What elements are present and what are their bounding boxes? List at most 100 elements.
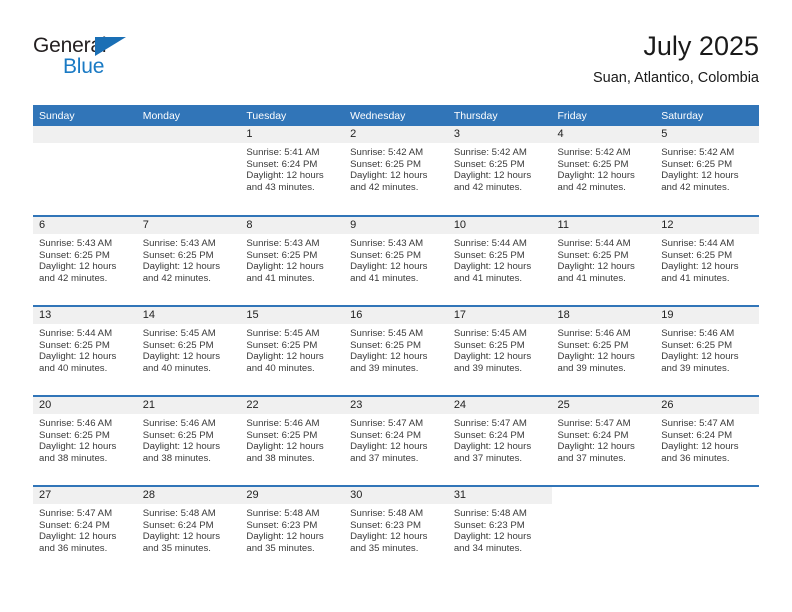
day-cell[interactable]: 29 Sunrise: 5:48 AM Sunset: 6:23 PM Dayl… — [240, 485, 345, 576]
day-cell[interactable]: 2 Sunrise: 5:42 AM Sunset: 6:25 PM Dayli… — [344, 126, 448, 216]
day-number: 26 — [655, 397, 759, 414]
sunset-text: Sunset: 6:24 PM — [453, 429, 525, 441]
day-number: 15 — [240, 307, 345, 324]
day-number: 11 — [551, 217, 656, 234]
sunset-text: Sunset: 6:23 PM — [453, 519, 525, 531]
calendar-body: 1 Sunrise: 5:41 AM Sunset: 6:24 PM Dayli… — [33, 126, 759, 576]
day-details: Sunrise: 5:47 AM Sunset: 6:24 PM Dayligh… — [448, 414, 552, 464]
day-number — [136, 126, 241, 143]
day-details — [137, 143, 241, 147]
daylight-text-line2: and 36 minutes. — [39, 542, 108, 554]
daylight-text-line1: Daylight: 12 hours — [142, 441, 221, 453]
sunset-text: Sunset: 6:25 PM — [39, 249, 110, 261]
day-cell[interactable]: 30 Sunrise: 5:48 AM Sunset: 6:23 PM Dayl… — [344, 485, 448, 576]
day-cell[interactable]: 16 Sunrise: 5:45 AM Sunset: 6:25 PM Dayl… — [344, 305, 448, 396]
day-number: 30 — [344, 487, 448, 504]
weekday-header-wednesday: Wednesday — [344, 105, 448, 126]
sunset-text: Sunset: 6:24 PM — [557, 429, 629, 441]
day-details: Sunrise: 5:44 AM Sunset: 6:25 PM Dayligh… — [655, 234, 759, 284]
sunset-text: Sunset: 6:25 PM — [661, 339, 733, 351]
day-cell[interactable]: 21 Sunrise: 5:46 AM Sunset: 6:25 PM Dayl… — [136, 395, 241, 486]
daylight-text-line1: Daylight: 12 hours — [557, 261, 635, 273]
day-cell[interactable]: 26 Sunrise: 5:47 AM Sunset: 6:24 PM Dayl… — [655, 395, 759, 486]
day-details: Sunrise: 5:43 AM Sunset: 6:25 PM Dayligh… — [137, 234, 241, 284]
daylight-text-line2: and 39 minutes. — [661, 362, 730, 374]
day-cell[interactable]: 25 Sunrise: 5:47 AM Sunset: 6:24 PM Dayl… — [551, 395, 656, 486]
sunrise-text: Sunrise: 5:48 AM — [246, 508, 320, 519]
sunset-text: Sunset: 6:24 PM — [39, 519, 110, 531]
day-number: 22 — [240, 397, 345, 414]
day-cell[interactable]: 5 Sunrise: 5:42 AM Sunset: 6:25 PM Dayli… — [655, 126, 759, 216]
day-cell[interactable]: 14 Sunrise: 5:45 AM Sunset: 6:25 PM Dayl… — [136, 305, 241, 396]
daylight-text-line2: and 40 minutes. — [142, 362, 211, 374]
day-cell[interactable]: 6 Sunrise: 5:43 AM Sunset: 6:25 PM Dayli… — [33, 215, 137, 306]
day-details: Sunrise: 5:46 AM Sunset: 6:25 PM Dayligh… — [655, 324, 759, 374]
sunrise-text: Sunrise: 5:46 AM — [39, 418, 113, 429]
day-number — [551, 487, 656, 504]
weekday-header-row: Sunday Monday Tuesday Wednesday Thursday… — [33, 105, 759, 126]
day-cell[interactable]: 13 Sunrise: 5:44 AM Sunset: 6:25 PM Dayl… — [33, 305, 137, 396]
day-details: Sunrise: 5:46 AM Sunset: 6:25 PM Dayligh… — [240, 414, 344, 464]
day-cell[interactable]: 24 Sunrise: 5:47 AM Sunset: 6:24 PM Dayl… — [447, 395, 552, 486]
day-cell[interactable]: 10 Sunrise: 5:44 AM Sunset: 6:25 PM Dayl… — [447, 215, 552, 306]
day-number: 8 — [240, 217, 345, 234]
day-details: Sunrise: 5:42 AM Sunset: 6:25 PM Dayligh… — [552, 143, 656, 193]
page-header: General Blue July 2025 Suan, Atlantico, … — [33, 30, 759, 98]
day-number: 18 — [551, 307, 656, 324]
sunset-text: Sunset: 6:24 PM — [142, 519, 214, 531]
day-cell[interactable]: 11 Sunrise: 5:44 AM Sunset: 6:25 PM Dayl… — [551, 215, 656, 306]
sunrise-text: Sunrise: 5:44 AM — [39, 328, 113, 339]
calendar-header-row-group: Sunday Monday Tuesday Wednesday Thursday… — [33, 105, 759, 126]
calendar-page: General Blue July 2025 Suan, Atlantico, … — [0, 0, 792, 612]
day-details: Sunrise: 5:45 AM Sunset: 6:25 PM Dayligh… — [344, 324, 448, 374]
daylight-text-line2: and 39 minutes. — [453, 362, 523, 374]
day-number: 10 — [447, 217, 552, 234]
day-cell[interactable]: 31 Sunrise: 5:48 AM Sunset: 6:23 PM Dayl… — [447, 485, 552, 576]
daylight-text-line1: Daylight: 12 hours — [39, 531, 117, 543]
day-cell[interactable]: 12 Sunrise: 5:44 AM Sunset: 6:25 PM Dayl… — [655, 215, 759, 306]
day-cell[interactable]: 23 Sunrise: 5:47 AM Sunset: 6:24 PM Dayl… — [344, 395, 448, 486]
day-cell[interactable]: 3 Sunrise: 5:42 AM Sunset: 6:25 PM Dayli… — [447, 126, 552, 216]
day-number: 29 — [240, 487, 345, 504]
day-details: Sunrise: 5:48 AM Sunset: 6:23 PM Dayligh… — [240, 504, 344, 554]
day-cell[interactable]: 9 Sunrise: 5:43 AM Sunset: 6:25 PM Dayli… — [344, 215, 448, 306]
sunrise-text: Sunrise: 5:48 AM — [350, 508, 424, 519]
day-number: 17 — [447, 307, 552, 324]
day-cell[interactable]: 22 Sunrise: 5:46 AM Sunset: 6:25 PM Dayl… — [240, 395, 345, 486]
sunrise-text: Sunrise: 5:46 AM — [661, 328, 735, 339]
daylight-text-line1: Daylight: 12 hours — [453, 170, 532, 182]
day-cell[interactable]: 8 Sunrise: 5:43 AM Sunset: 6:25 PM Dayli… — [240, 215, 345, 306]
day-number: 2 — [344, 126, 448, 143]
day-cell[interactable]: 27 Sunrise: 5:47 AM Sunset: 6:24 PM Dayl… — [33, 485, 137, 576]
day-cell[interactable]: 4 Sunrise: 5:42 AM Sunset: 6:25 PM Dayli… — [551, 126, 656, 216]
daylight-text-line1: Daylight: 12 hours — [350, 531, 428, 543]
day-cell[interactable]: 20 Sunrise: 5:46 AM Sunset: 6:25 PM Dayl… — [33, 395, 137, 486]
day-cell[interactable]: 18 Sunrise: 5:46 AM Sunset: 6:25 PM Dayl… — [551, 305, 656, 396]
daylight-text-line2: and 42 minutes. — [142, 272, 211, 284]
day-cell[interactable]: 17 Sunrise: 5:45 AM Sunset: 6:25 PM Dayl… — [447, 305, 552, 396]
general-blue-logo[interactable]: General Blue — [33, 34, 233, 90]
daylight-text-line1: Daylight: 12 hours — [453, 441, 532, 453]
day-cell[interactable]: 19 Sunrise: 5:46 AM Sunset: 6:25 PM Dayl… — [655, 305, 759, 396]
day-cell[interactable]: 15 Sunrise: 5:45 AM Sunset: 6:25 PM Dayl… — [240, 305, 345, 396]
sunrise-text: Sunrise: 5:42 AM — [661, 147, 735, 158]
day-cell[interactable]: 1 Sunrise: 5:41 AM Sunset: 6:24 PM Dayli… — [240, 126, 345, 216]
daylight-text-line2: and 34 minutes. — [453, 542, 523, 554]
daylight-text-line2: and 41 minutes. — [246, 272, 315, 284]
sunrise-text: Sunrise: 5:48 AM — [453, 508, 527, 519]
day-details: Sunrise: 5:46 AM Sunset: 6:25 PM Dayligh… — [33, 414, 137, 464]
sunrise-text: Sunrise: 5:48 AM — [142, 508, 216, 519]
sunrise-text: Sunrise: 5:43 AM — [246, 238, 320, 249]
sunset-text: Sunset: 6:25 PM — [142, 429, 214, 441]
day-number: 14 — [136, 307, 241, 324]
day-number: 28 — [136, 487, 241, 504]
day-cell[interactable]: 7 Sunrise: 5:43 AM Sunset: 6:25 PM Dayli… — [136, 215, 241, 306]
sunrise-text: Sunrise: 5:43 AM — [39, 238, 113, 249]
daylight-text-line1: Daylight: 12 hours — [453, 531, 532, 543]
day-number: 7 — [136, 217, 241, 234]
weekday-header-sunday: Sunday — [33, 105, 137, 126]
calendar-week-row: 13 Sunrise: 5:44 AM Sunset: 6:25 PM Dayl… — [33, 305, 759, 396]
calendar-week-row: 1 Sunrise: 5:41 AM Sunset: 6:24 PM Dayli… — [33, 126, 759, 216]
day-cell[interactable]: 28 Sunrise: 5:48 AM Sunset: 6:24 PM Dayl… — [136, 485, 241, 576]
daylight-text-line2: and 42 minutes. — [350, 181, 419, 193]
